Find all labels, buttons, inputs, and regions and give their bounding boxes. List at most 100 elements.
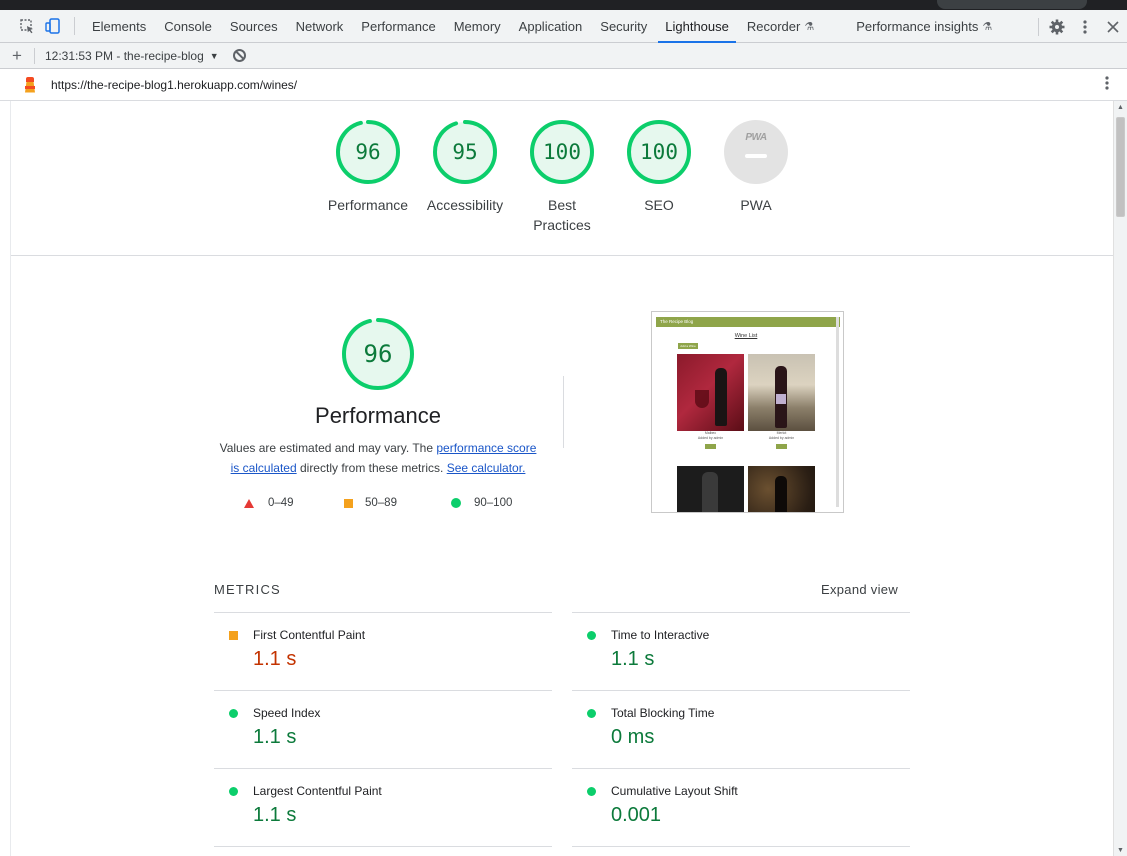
tab-label: Performance	[361, 18, 436, 34]
tab-label: Application	[518, 18, 583, 34]
tab-lighthouse[interactable]: Lighthouse	[656, 10, 738, 43]
chevron-down-icon: ▼	[209, 50, 219, 61]
pwa-badge-icon: PWA	[724, 120, 788, 184]
scroll-up-icon[interactable]: ▲	[1117, 104, 1124, 111]
inspect-icon[interactable]	[14, 13, 40, 39]
report-toolbar: + 12:31:53 PM - the-recipe-blog ▼	[0, 43, 1127, 69]
metric-name: Time to Interactive	[611, 628, 710, 642]
report-kebab-menu-icon[interactable]	[1105, 76, 1109, 94]
gauge-score: 100	[640, 140, 678, 164]
metric-value: 0 ms	[611, 726, 655, 748]
score-ring: 100	[627, 120, 691, 184]
kebab-menu-icon[interactable]	[1071, 14, 1099, 40]
profile-pill	[937, 0, 1087, 9]
tab-security[interactable]: Security	[591, 10, 656, 43]
screenshot-scrollbar	[836, 317, 839, 507]
score-ring: 96	[336, 120, 400, 184]
tab-performance[interactable]: Performance	[352, 10, 444, 43]
summary-gauges: 96 Performance 95 Accessibility 100 Best Pract…	[11, 101, 1113, 256]
metric-value: 1.1 s	[253, 648, 297, 670]
tab-recorder[interactable]: Recorder ⚗	[738, 10, 823, 43]
tab-label: Sources	[229, 18, 278, 34]
url-bar: https://the-recipe-blog1.herokuapp.com/w…	[0, 69, 1127, 101]
tabbar-separator	[74, 17, 75, 35]
lighthouse-report: 96 Performance 95 Accessibility 100 Best Pract…	[10, 101, 1113, 856]
metric-value: 1.1 s	[253, 804, 297, 826]
circle-icon	[451, 498, 461, 508]
legend-average: 50–89	[344, 497, 397, 509]
performance-title: Performance	[315, 403, 441, 428]
screenshot-card	[748, 466, 815, 512]
expand-view-button[interactable]: Expand view	[821, 582, 898, 597]
final-screenshot[interactable]: The Recipe Blog Wine List Add a Wine Mal…	[651, 311, 844, 513]
metric-cumulative-layout-shift: Cumulative Layout Shift 0.001	[572, 768, 910, 846]
device-toolbar-icon[interactable]	[40, 13, 66, 39]
desc-text: Values are estimated and may vary. The	[219, 441, 437, 455]
gauge-label: SEO	[644, 197, 674, 213]
gauge-accessibility[interactable]: 95 Accessibility	[415, 120, 515, 215]
settings-icon[interactable]	[1043, 14, 1071, 40]
metric-value: 0.001	[611, 804, 662, 826]
screenshot-card-button	[705, 444, 716, 449]
circle-icon	[229, 709, 238, 718]
devtools-tab-list: Elements Console Sources Network Performance…	[83, 10, 1001, 43]
scrollbar-thumb[interactable]	[1116, 117, 1125, 217]
tabbar-separator	[1038, 17, 1039, 36]
square-icon	[344, 498, 353, 508]
os-top-strip	[0, 0, 1127, 10]
experiment-flask-icon: ⚗	[982, 20, 993, 33]
plus-icon[interactable]: +	[0, 46, 34, 66]
score-ring: 95	[433, 120, 497, 184]
circle-icon	[587, 709, 596, 718]
screenshot-heading: Wine List	[734, 333, 758, 339]
gauge-label-line: Practices	[533, 217, 591, 233]
circle-icon	[587, 631, 596, 640]
screenshot-site-header: The Recipe Blog	[656, 317, 840, 327]
gauge-best-practices[interactable]: 100 Best Practices	[512, 120, 612, 235]
circle-icon	[587, 787, 596, 796]
scroll-down-icon[interactable]: ▼	[1117, 847, 1124, 854]
triangle-icon	[244, 498, 254, 508]
block-icon[interactable]	[232, 49, 246, 62]
metric-name: Cumulative Layout Shift	[611, 784, 738, 798]
tab-label: Recorder	[746, 18, 801, 34]
tab-console[interactable]: Console	[155, 10, 221, 43]
metric-value: 1.1 s	[611, 648, 655, 670]
tab-memory[interactable]: Memory	[445, 10, 510, 43]
close-icon[interactable]	[1099, 14, 1127, 40]
tab-label: Elements	[92, 18, 147, 34]
tab-label: Lighthouse	[665, 18, 729, 34]
tab-sources[interactable]: Sources	[221, 10, 287, 43]
screenshot-card: Merlot Added by admin	[748, 354, 815, 449]
tab-application[interactable]: Application	[510, 10, 592, 43]
metric-speed-index: Speed Index 1.1 s	[214, 690, 552, 768]
metrics-divider	[572, 846, 910, 847]
gauge-label: Accessibility	[426, 197, 504, 213]
screenshot-card-sub: Added by admin	[697, 436, 724, 440]
metrics-divider	[214, 846, 552, 847]
tab-label: Network	[295, 18, 344, 34]
tab-network[interactable]: Network	[287, 10, 353, 43]
section-divider	[563, 376, 564, 448]
metrics-header: METRICS	[214, 582, 281, 597]
gauge-pwa[interactable]: PWA PWA	[706, 120, 806, 215]
tabbar-right-controls	[1030, 10, 1127, 43]
gauge-label: Performance	[327, 197, 409, 213]
see-calculator-link[interactable]: See calculator.	[447, 461, 526, 475]
report-url[interactable]: https://the-recipe-blog1.herokuapp.com/w…	[51, 78, 297, 92]
tab-label: Memory	[453, 18, 501, 34]
gauge-seo[interactable]: 100 SEO	[609, 120, 709, 215]
performance-description: Values are estimated and may vary. The p…	[215, 438, 541, 478]
screenshot-card	[677, 466, 744, 512]
report-scrollbar[interactable]: ▲ ▼	[1113, 101, 1127, 856]
toolbar-separator	[34, 47, 35, 64]
gauge-performance[interactable]: 96 Performance	[318, 120, 418, 215]
tab-performance-insights[interactable]: Performance insights ⚗	[847, 10, 1001, 43]
gauge-label: Best Practices	[512, 195, 612, 235]
metric-name: Speed Index	[253, 706, 321, 720]
legend-range: 0–49	[268, 497, 294, 509]
report-selector[interactable]: 12:31:53 PM - the-recipe-blog ▼	[45, 49, 219, 63]
screenshot-card: Malbec Added by admin	[677, 354, 744, 449]
square-icon	[229, 631, 238, 640]
tab-elements[interactable]: Elements	[83, 10, 155, 43]
